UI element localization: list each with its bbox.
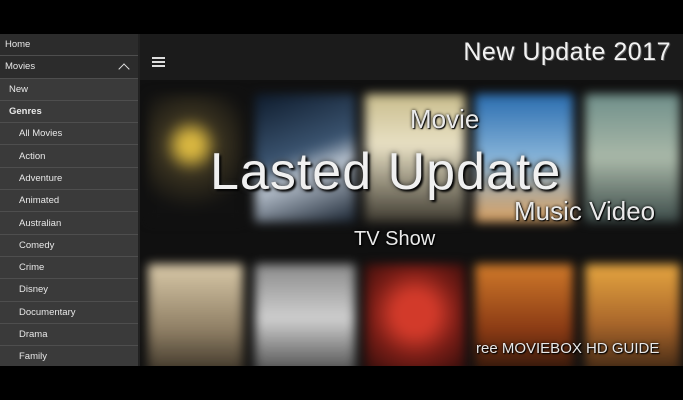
sidebar-item-family[interactable]: Family [0,346,138,366]
sidebar-item-documentary[interactable]: Documentary [0,302,138,324]
sidebar-item-label: Animated [19,195,60,207]
sidebar-item-label: Family [19,351,47,363]
sidebar-item-label: Home [5,39,31,51]
sidebar-item-label: Crime [19,262,45,274]
sidebar-menu: Home Movies New Genres All Movies Action… [0,34,140,366]
sidebar-item-label: Action [19,150,46,162]
sidebar-item-drama[interactable]: Drama [0,324,138,347]
sidebar-item-new[interactable]: New [0,79,138,101]
sidebar-item-all-movies[interactable]: All Movies [0,123,138,146]
sidebar-item-adventure[interactable]: Adventure [0,168,138,191]
movie-poster[interactable] [255,264,355,366]
sidebar-item-action[interactable]: Action [0,145,138,168]
chevron-up-icon[interactable] [118,63,130,75]
sidebar-item-label: Disney [19,284,49,296]
sidebar-item-label: Australian [19,217,62,229]
movie-poster[interactable] [365,264,465,366]
sidebar-item-label: All Movies [19,128,63,140]
app-frame: Home Movies New Genres All Movies Action… [0,34,683,366]
sidebar-item-comedy[interactable]: Comedy [0,235,138,257]
sidebar-item-label: Movies [5,61,36,73]
overlay-movie: Movie [410,104,480,134]
sidebar-item-genres[interactable]: Genres [0,101,138,124]
overlay-guide: ree MOVIEBOX HD GUIDE [476,340,660,357]
main-content: New Update 2017 Movie Lasted Update Musi… [140,34,683,366]
overlay-tv-show: TV Show [354,228,436,250]
sidebar-item-disney[interactable]: Disney [0,279,138,302]
sidebar-item-movies[interactable]: Movies [0,56,138,79]
movie-poster[interactable] [148,264,243,366]
promo-title: New Update 2017 [463,38,671,66]
sidebar-item-label: Genres [9,106,42,118]
sidebar-item-label: Comedy [19,239,55,251]
hamburger-icon[interactable] [152,57,165,67]
sidebar-item-label: New [9,83,29,95]
sidebar-item-home[interactable]: Home [0,34,138,57]
overlay-lasted-update: Lasted Update [210,143,562,201]
overlay-music-video: Music Video [514,196,656,226]
sidebar-item-label: Drama [19,329,48,340]
sidebar-item-australian[interactable]: Australian [0,212,138,235]
sidebar-item-animated[interactable]: Animated [0,190,138,213]
sidebar-item-label: Documentary [19,306,76,318]
sidebar-item-label: Adventure [19,172,63,184]
sidebar-item-crime[interactable]: Crime [0,257,138,280]
